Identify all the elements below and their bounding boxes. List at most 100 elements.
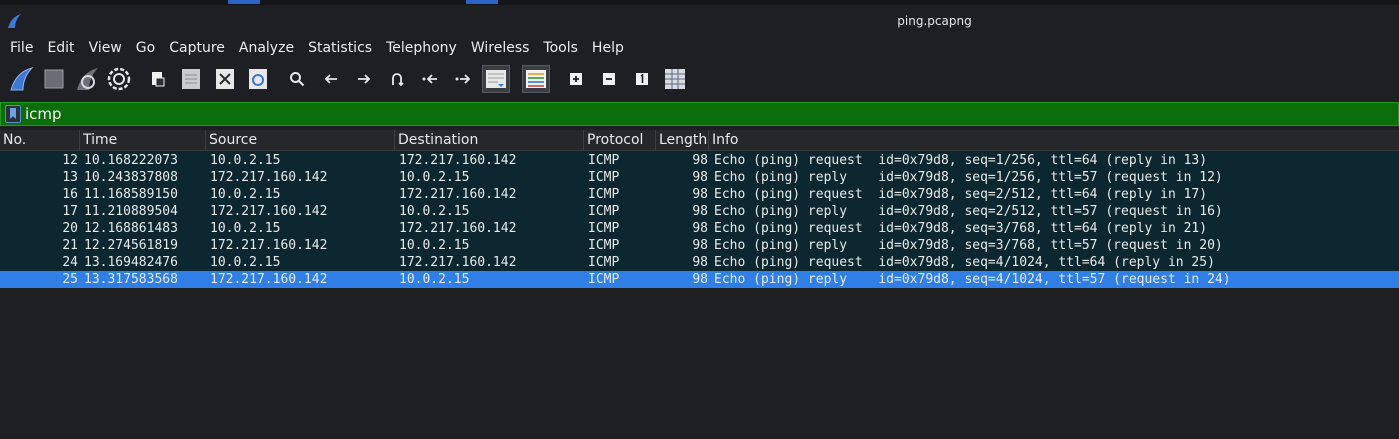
cell-time: 12.274561819 [84, 238, 178, 253]
normal-size-icon [636, 73, 648, 85]
packet-row[interactable]: 24 13.169482476 10.0.2.15 172.217.160.14… [0, 254, 1399, 305]
cell-time: 10.243837808 [84, 170, 178, 185]
go-back-button[interactable] [320, 65, 342, 93]
cell-no: 24 [62, 255, 78, 270]
restart-capture-button[interactable] [72, 65, 102, 93]
menu-file[interactable]: File [10, 40, 33, 56]
go-forward-button[interactable] [353, 65, 375, 93]
column-header-time[interactable]: Time [80, 130, 206, 151]
cell-destination: 10.0.2.15 [399, 238, 470, 253]
autoscroll-icon [486, 70, 506, 88]
cell-info: Echo (ping) reply id=0x79d8, seq=4/1024,… [714, 272, 1231, 287]
cell-info: Echo (ping) request id=0x79d8, seq=1/256… [714, 153, 1208, 168]
shark-fin-start-icon [10, 67, 34, 91]
find-packet-icon [290, 72, 305, 87]
reload-file-button[interactable] [245, 65, 271, 93]
go-forward-icon [358, 74, 371, 84]
cell-no: 16 [62, 187, 78, 202]
stop-capture-button[interactable] [40, 65, 68, 93]
filter-bookmark-button[interactable] [5, 105, 21, 123]
resize-columns-icon [665, 69, 685, 89]
cell-time: 10.168222073 [84, 153, 178, 168]
cell-length: 98 [692, 187, 708, 202]
cell-source: 172.217.160.142 [210, 204, 328, 219]
cell-no: 13 [62, 170, 78, 185]
cell-length: 98 [692, 204, 708, 219]
cell-no: 17 [62, 204, 78, 219]
normal-size-button[interactable] [632, 65, 652, 93]
menu-go[interactable]: Go [136, 40, 155, 56]
go-last-packet-button[interactable] [452, 65, 474, 93]
bookmark-icon [10, 108, 16, 119]
zoom-out-button[interactable] [599, 65, 619, 93]
find-packet-button[interactable] [286, 65, 308, 93]
menu-capture[interactable]: Capture [169, 40, 225, 56]
autoscroll-button[interactable] [482, 65, 510, 93]
packet-row[interactable]: 21 12.274561819 172.217.160.142 10.0.2.1… [0, 237, 1399, 288]
packet-list-empty-area[interactable] [0, 288, 1399, 439]
menu-tools[interactable]: Tools [543, 40, 578, 56]
cell-info: Echo (ping) reply id=0x79d8, seq=1/256, … [714, 170, 1223, 185]
go-to-packet-button[interactable] [386, 65, 408, 93]
cell-no: 25 [62, 272, 78, 287]
open-file-button[interactable] [146, 65, 170, 93]
save-file-button[interactable] [178, 65, 204, 93]
reload-file-icon [249, 69, 267, 89]
menu-view[interactable]: View [89, 40, 122, 56]
cell-source: 172.217.160.142 [210, 272, 328, 287]
cell-time: 11.168589150 [84, 187, 178, 202]
menu-telephony[interactable]: Telephony [386, 40, 457, 56]
cell-protocol: ICMP [588, 255, 620, 270]
cell-destination: 172.217.160.142 [399, 255, 517, 270]
cell-no: 21 [62, 238, 78, 253]
column-header-length[interactable]: Length [656, 130, 709, 151]
start-capture-button[interactable] [6, 65, 36, 93]
go-first-packet-button[interactable] [419, 65, 441, 93]
cell-source: 172.217.160.142 [210, 238, 328, 253]
cell-length: 98 [692, 153, 708, 168]
cell-info: Echo (ping) reply id=0x79d8, seq=2/512, … [714, 204, 1223, 219]
cell-length: 98 [692, 221, 708, 236]
column-header-protocol[interactable]: Protocol [584, 130, 656, 151]
cell-source: 10.0.2.15 [210, 187, 281, 202]
menu-help[interactable]: Help [592, 40, 624, 56]
restart-capture-icon [77, 68, 98, 90]
cell-source: 10.0.2.15 [210, 255, 281, 270]
packet-row[interactable]: 17 11.210889504 172.217.160.142 10.0.2.1… [0, 203, 1399, 254]
zoom-in-button[interactable] [566, 65, 586, 93]
cell-destination: 10.0.2.15 [399, 272, 470, 287]
column-header-info[interactable]: Info [709, 130, 1399, 151]
column-header-source[interactable]: Source [206, 130, 395, 151]
column-header-no[interactable]: No. [0, 130, 80, 151]
cell-length: 98 [692, 255, 708, 270]
capture-options-button[interactable] [104, 65, 134, 93]
packet-list-header: No. Time Source Destination Protocol Len… [0, 130, 1399, 151]
column-header-destination[interactable]: Destination [395, 130, 584, 151]
capture-options-gear-icon [107, 67, 131, 91]
menu-statistics[interactable]: Statistics [308, 40, 372, 56]
close-file-button[interactable] [212, 65, 238, 93]
packet-row[interactable]: 20 12.168861483 10.0.2.15 172.217.160.14… [0, 220, 1399, 271]
resize-columns-button[interactable] [662, 65, 688, 93]
cell-destination: 10.0.2.15 [399, 170, 470, 185]
window-title: ping.pcapng [897, 14, 972, 28]
packet-row-selected[interactable]: 25 13.317583568 172.217.160.142 10.0.2.1… [0, 271, 1399, 314]
packet-row[interactable]: 16 11.168589150 10.0.2.15 172.217.160.14… [0, 186, 1399, 237]
packet-row[interactable]: 12 10.168222073 10.0.2.15 172.217.160.14… [0, 152, 1399, 203]
cell-info: Echo (ping) request id=0x79d8, seq=3/768… [714, 221, 1208, 236]
packet-row[interactable]: 13 10.243837808 172.217.160.142 10.0.2.1… [0, 169, 1399, 220]
menu-wireless[interactable]: Wireless [471, 40, 530, 56]
cell-destination: 172.217.160.142 [399, 153, 517, 168]
cell-source: 10.0.2.15 [210, 221, 281, 236]
display-filter-input[interactable]: icmp [25, 105, 62, 123]
cell-protocol: ICMP [588, 187, 620, 202]
go-first-packet-icon [422, 74, 437, 84]
colorize-button[interactable] [522, 65, 550, 93]
menu-edit[interactable]: Edit [47, 40, 74, 56]
stop-square-icon [44, 69, 64, 89]
taskbar-indicator [228, 0, 260, 4]
menu-analyze[interactable]: Analyze [239, 40, 294, 56]
cell-info: Echo (ping) request id=0x79d8, seq=2/512… [714, 187, 1208, 202]
open-file-icon [152, 72, 165, 87]
cell-source: 172.217.160.142 [210, 170, 328, 185]
